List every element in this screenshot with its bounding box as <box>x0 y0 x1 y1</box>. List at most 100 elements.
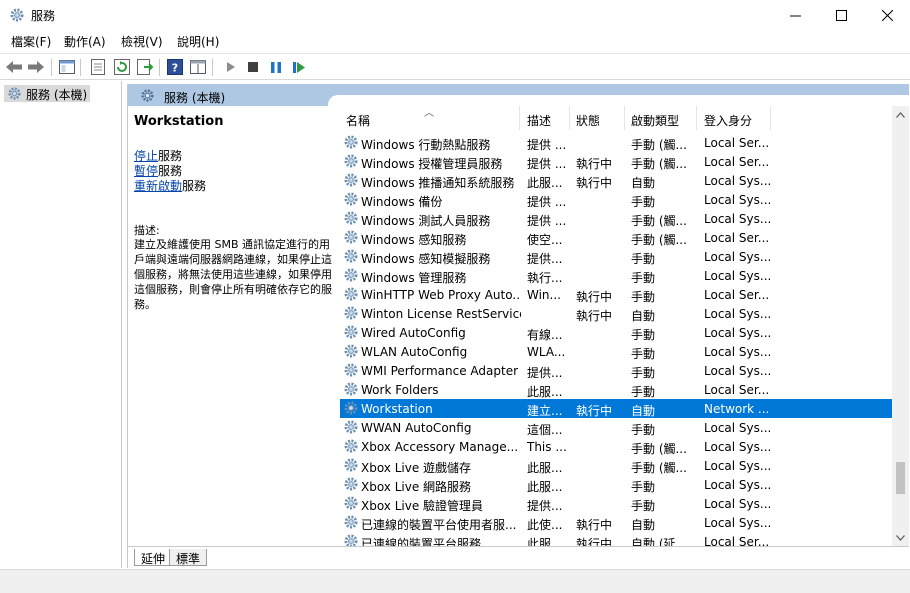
scroll-down-icon[interactable] <box>892 529 909 546</box>
service-row[interactable]: Windows 推播通知系統服務 此服... 執行中 自動 Local Sys... <box>340 171 892 190</box>
column-divider[interactable] <box>696 106 697 130</box>
service-description-cell: Win... <box>527 288 561 302</box>
vertical-scrollbar[interactable] <box>892 106 909 546</box>
service-gear-icon <box>343 438 359 454</box>
link-text[interactable]: 重新啟動 <box>134 179 182 193</box>
service-row[interactable]: Winton License RestService 執行中 自動 Local Sys… <box>340 304 892 323</box>
back-icon[interactable] <box>5 58 23 76</box>
service-row[interactable]: 已連線的裝置平台服務 此服... 執行中 自動 (延... Local Ser... <box>340 532 892 546</box>
menu-help[interactable]: 說明(H) <box>177 33 219 50</box>
menu-view[interactable]: 檢視(V) <box>121 33 163 50</box>
tree-item-services-local[interactable]: 服務 (本機) <box>4 85 91 102</box>
service-row[interactable]: Windows 感知模擬服務 提供... 手動 Local Sys... <box>340 247 892 266</box>
service-name: Windows 測試人員服務 <box>361 214 491 228</box>
tab-extended[interactable]: 延伸 <box>134 549 173 566</box>
menu-action[interactable]: 動作(A) <box>64 33 106 50</box>
service-logon-as: Local Sys... <box>704 193 772 207</box>
window-title: 服務 <box>31 9 56 23</box>
show-hide-tree-icon[interactable] <box>58 58 76 76</box>
column-divider[interactable] <box>770 106 771 130</box>
service-gear-icon <box>343 381 359 397</box>
service-logon-as: Local Sys... <box>704 497 772 511</box>
service-description-cell: 建立... <box>527 404 563 418</box>
service-row[interactable]: Wired AutoConfig 有線... 手動 Local Sys... <box>340 323 892 342</box>
refresh-icon[interactable] <box>113 58 131 76</box>
service-row[interactable]: Xbox Live 驗證管理員 提供... 手動 Local Sys... <box>340 494 892 513</box>
service-description-cell: 此使... <box>527 518 563 532</box>
service-gear-icon <box>343 400 359 416</box>
help-icon[interactable]: ? <box>166 58 184 76</box>
start-service-icon[interactable] <box>222 58 240 76</box>
resume-service-icon[interactable] <box>290 58 308 76</box>
selected-service-title: Workstation <box>134 114 224 129</box>
properties-icon[interactable] <box>89 58 107 76</box>
service-gear-icon <box>343 362 359 378</box>
service-startup-type: 手動 (觸... <box>631 461 687 475</box>
pause-service-icon[interactable] <box>267 58 285 76</box>
scroll-up-icon[interactable] <box>892 106 909 123</box>
service-row[interactable]: Xbox Accessory Manage... This ... 手動 (觸...… <box>340 437 892 456</box>
service-name: Xbox Live 網路服務 <box>361 480 472 494</box>
service-description-cell: 提供 ... <box>527 157 567 171</box>
service-row[interactable]: WinHTTP Web Proxy Auto... Win... 執行中 手動 Loca… <box>340 285 892 304</box>
service-startup-type: 手動 (觸... <box>631 157 687 171</box>
service-name: Windows 推播通知系統服務 <box>361 176 515 190</box>
service-startup-type: 手動 (觸... <box>631 214 687 228</box>
service-row[interactable]: Windows 感知服務 使空... 手動 (觸... Local Ser... <box>340 228 892 247</box>
column-header-name[interactable]: 名稱 <box>346 112 370 129</box>
column-header-description[interactable]: 描述 <box>527 112 551 129</box>
service-row[interactable]: Workstation 建立... 執行中 自動 Network ... <box>340 399 892 418</box>
menu-file[interactable]: 檔案(F) <box>11 33 51 50</box>
service-row[interactable]: WMI Performance Adapter 提供... 手動 Local Sys.… <box>340 361 892 380</box>
menu-bar: 檔案(F) 動作(A) 檢視(V) 說明(H) <box>0 30 910 52</box>
column-header-startup-type[interactable]: 啟動類型 <box>631 112 679 129</box>
service-gear-icon <box>343 248 359 264</box>
service-gear-icon <box>343 134 359 150</box>
service-row[interactable]: WWAN AutoConfig 這個... 手動 Local Sys... <box>340 418 892 437</box>
scrollbar-thumb[interactable] <box>896 462 905 494</box>
service-name: Workstation <box>361 402 433 416</box>
services-gear-icon <box>140 88 155 106</box>
service-gear-icon <box>343 533 359 546</box>
service-name: Windows 備份 <box>361 195 443 209</box>
service-logon-as: Local Sys... <box>704 478 772 492</box>
service-row[interactable]: Windows 管理服務 執行... 手動 Local Sys... <box>340 266 892 285</box>
service-logon-as: Local Sys... <box>704 459 772 473</box>
service-row[interactable]: Xbox Live 遊戲儲存 此服... 手動 (觸... Local Sys... <box>340 456 892 475</box>
service-logon-as: Local Ser... <box>704 155 770 169</box>
service-gear-icon <box>343 153 359 169</box>
service-description-cell: 此服... <box>527 385 563 399</box>
service-row[interactable]: 已連線的裝置平台使用者服... 此使... 執行中 自動 Local Sys... <box>340 513 892 532</box>
service-startup-type: 手動 (觸... <box>631 442 687 456</box>
service-description-cell: 提供 ... <box>527 195 567 209</box>
view-icon[interactable] <box>189 58 207 76</box>
column-header-status[interactable]: 狀態 <box>576 112 600 129</box>
export-list-icon[interactable] <box>136 58 154 76</box>
service-logon-as: Local Ser... <box>704 535 770 546</box>
column-divider[interactable] <box>519 106 520 130</box>
close-button[interactable] <box>864 0 910 30</box>
service-row[interactable]: Xbox Live 網路服務 此服... 手動 Local Sys... <box>340 475 892 494</box>
restart-service-link[interactable]: 重新啟動服務 <box>134 177 206 194</box>
service-row[interactable]: Windows 測試人員服務 提供 ... 手動 (觸... Local Sys... <box>340 209 892 228</box>
tab-standard[interactable]: 標準 <box>169 549 208 566</box>
minimize-button[interactable] <box>772 0 818 30</box>
service-name: Xbox Live 驗證管理員 <box>361 499 484 513</box>
service-row[interactable]: Work Folders 此服... 手動 Local Ser... <box>340 380 892 399</box>
forward-icon[interactable] <box>27 58 45 76</box>
service-description-cell: 提供... <box>527 366 563 380</box>
service-row[interactable]: Windows 授權管理員服務 提供 ... 執行中 手動 (觸... Local Se… <box>340 152 892 171</box>
link-text[interactable]: 停止 <box>134 149 158 163</box>
service-row[interactable]: WLAN AutoConfig WLA... 手動 Local Sys... <box>340 342 892 361</box>
column-divider[interactable] <box>624 106 625 130</box>
link-text[interactable]: 暫停 <box>134 164 158 178</box>
service-row[interactable]: Windows 行動熱點服務 提供 ... 手動 (觸... Local Ser... <box>340 133 892 152</box>
stop-service-icon[interactable] <box>244 58 262 76</box>
toolbar-separator <box>159 59 160 76</box>
maximize-button[interactable] <box>818 0 864 30</box>
column-header-logon[interactable]: 登入身分 <box>704 112 752 129</box>
service-row[interactable]: Windows 備份 提供 ... 手動 Local Sys... <box>340 190 892 209</box>
column-divider[interactable] <box>569 106 570 130</box>
sort-ascending-icon: ︿ <box>424 108 434 119</box>
service-startup-type: 手動 <box>631 252 656 266</box>
